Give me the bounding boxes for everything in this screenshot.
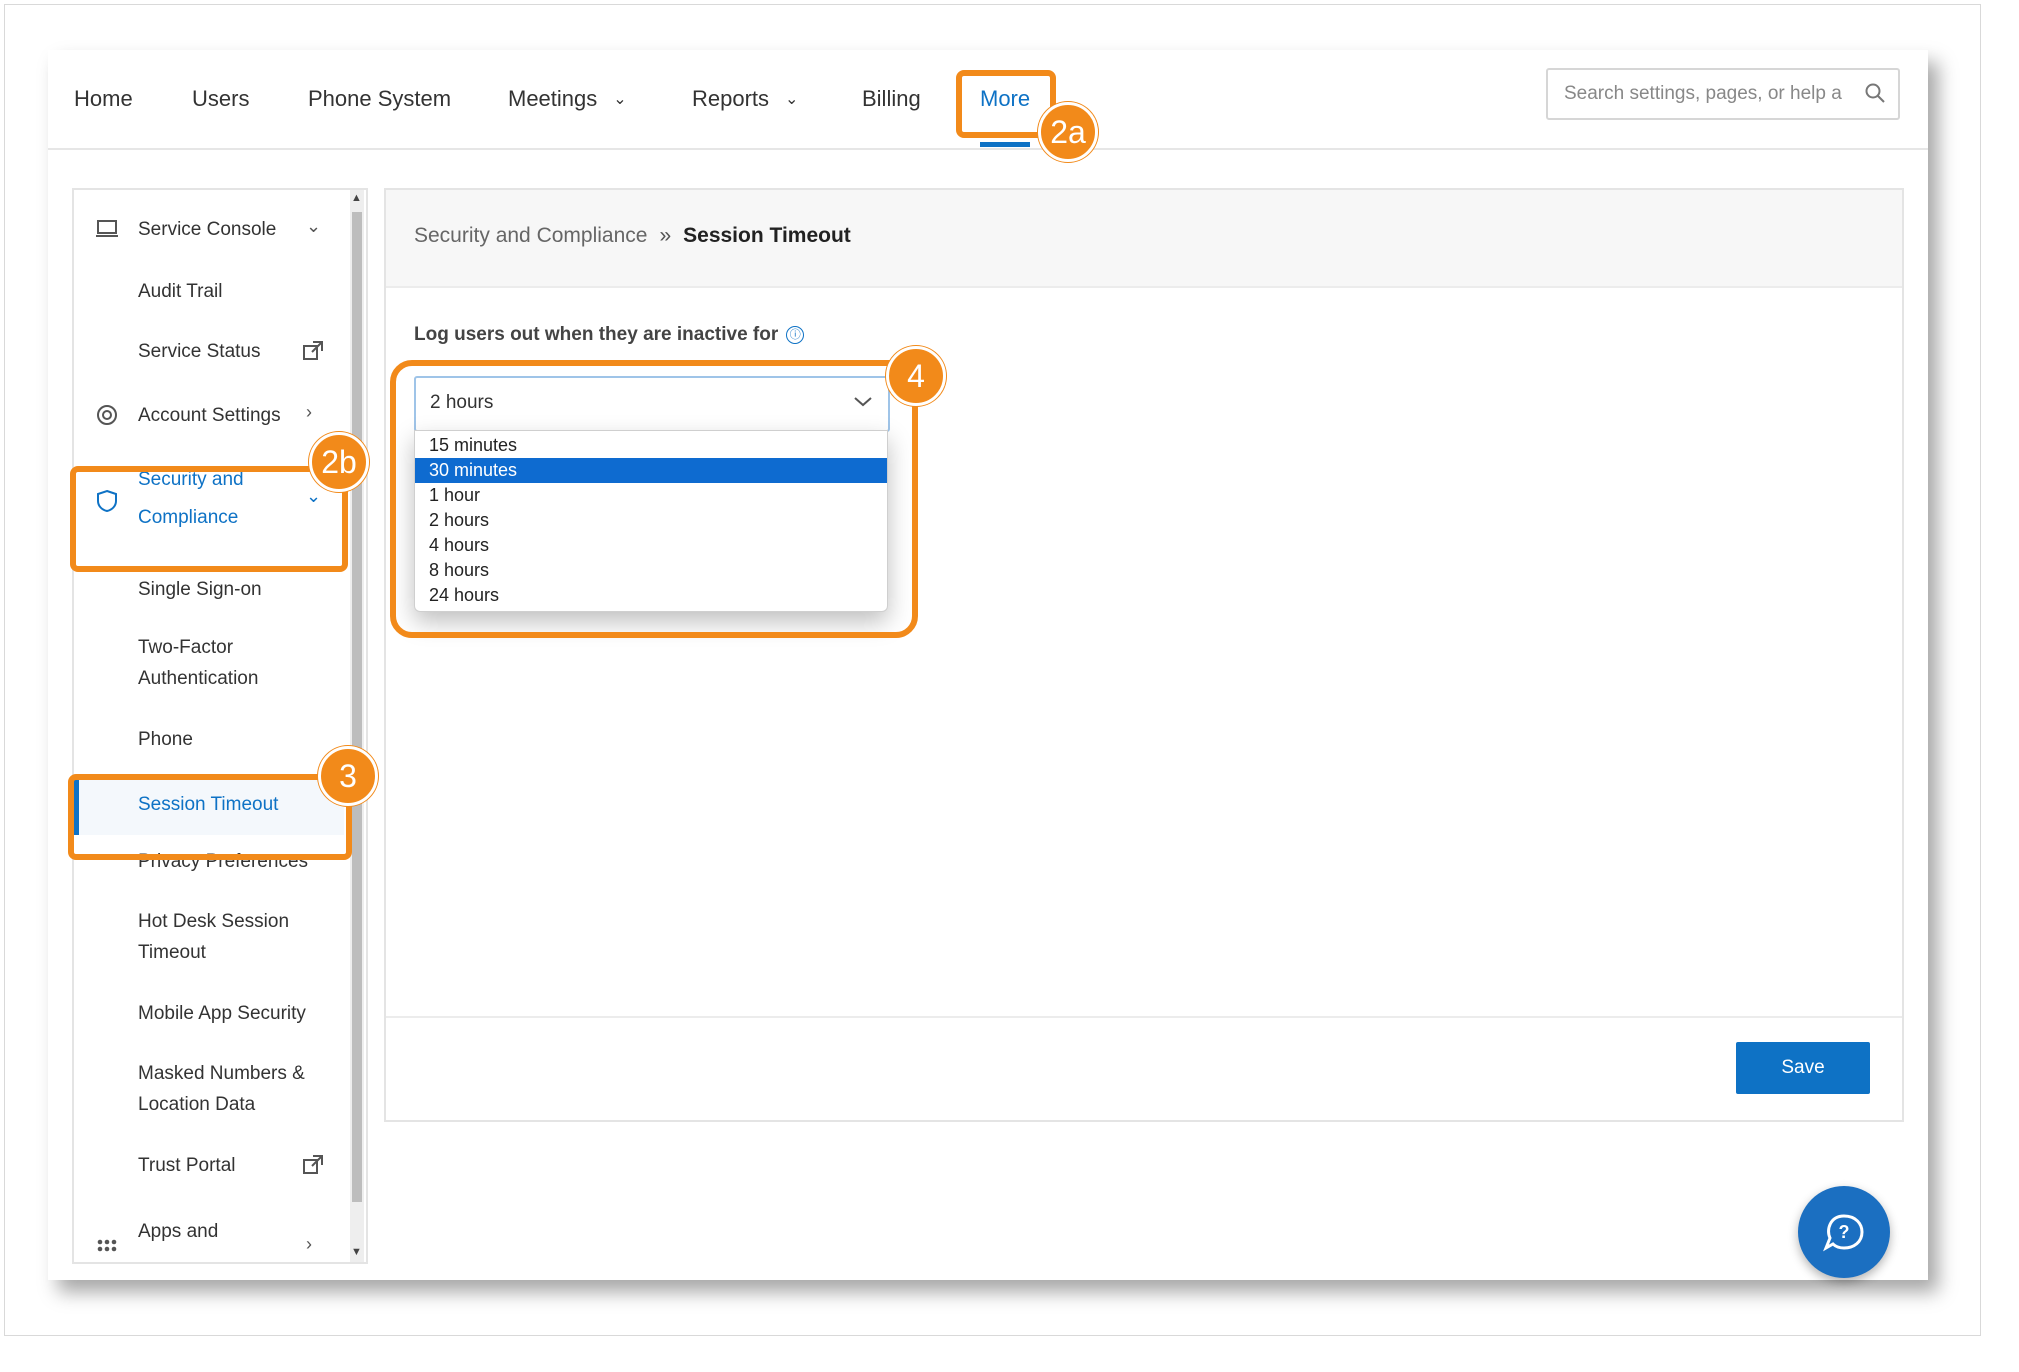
scroll-up-arrow-icon[interactable]: ▲	[351, 192, 362, 204]
callout-badge-2a: 2a	[1038, 102, 1098, 162]
search-icon	[1865, 83, 1885, 103]
callout-badge-2b: 2b	[309, 432, 369, 492]
sidebar-item-label: Account Settings	[138, 405, 281, 426]
sidebar-item-label: Audit Trail	[138, 281, 223, 302]
nav-phone-system-label: Phone System	[308, 86, 452, 111]
footer-divider	[386, 1016, 1902, 1018]
sidebar-item-label: Single Sign-on	[138, 579, 262, 600]
chevron-down-icon: ⌄	[785, 91, 799, 108]
nav-reports[interactable]: Reports ⌄	[692, 86, 798, 112]
sidebar-item-label: Service Console	[138, 219, 277, 240]
sidebar-item-apps[interactable]: Apps and ›	[74, 1212, 344, 1262]
nav-billing-label: Billing	[862, 86, 921, 111]
breadcrumb-separator: »	[659, 224, 672, 247]
help-chat-icon: ?	[1823, 1214, 1864, 1252]
sidebar-item-label: Phone	[138, 729, 193, 750]
search-input[interactable]: Search settings, pages, or help a	[1546, 68, 1900, 120]
sidebar-item-mobile-app-security[interactable]: Mobile App Security	[74, 994, 344, 1034]
page-title: Session Timeout	[683, 224, 851, 247]
callout-box-security	[70, 466, 348, 572]
sidebar-item-audit-trail[interactable]: Audit Trail	[74, 272, 344, 312]
nav-meetings[interactable]: Meetings ⌄	[508, 86, 627, 112]
callout-badge-3: 3	[318, 746, 378, 806]
sidebar-item-service-status[interactable]: Service Status	[74, 332, 344, 372]
panel-header: Security and Compliance » Session Timeout	[386, 190, 1902, 288]
sidebar-item-single-sign-on[interactable]: Single Sign-on	[74, 570, 344, 610]
nav-home[interactable]: Home	[74, 86, 133, 112]
sidebar-item-hot-desk-session-timeout[interactable]: Hot Desk Session Timeout	[74, 902, 344, 972]
sidebar-item-label-line1: Hot Desk Session	[138, 911, 290, 932]
nav-phone-system[interactable]: Phone System	[308, 86, 451, 112]
sidebar-item-service-console[interactable]: Service Console ⌄	[74, 210, 344, 250]
sidebar-item-label: Mobile App Security	[138, 1003, 306, 1024]
save-button[interactable]: Save	[1736, 1042, 1870, 1094]
sidebar-item-label: Trust Portal	[138, 1155, 236, 1176]
sidebar-item-label-line1: Two-Factor	[138, 637, 234, 658]
settings-sidebar: Service Console ⌄ Audit Trail Service St…	[72, 188, 368, 1264]
info-icon[interactable]: ⓘ	[786, 325, 805, 344]
callout-box-session-timeout	[68, 774, 352, 860]
content-panel: Security and Compliance» Session Timeout …	[384, 188, 1904, 1122]
callout-badge-4: 4	[886, 346, 946, 406]
scrollbar-thumb[interactable]	[352, 212, 362, 1202]
sidebar-item-two-factor-authentication[interactable]: Two-Factor Authentication	[74, 628, 344, 698]
nav-users[interactable]: Users	[192, 86, 249, 112]
nav-reports-label: Reports	[692, 86, 770, 111]
nav-home-label: Home	[74, 86, 133, 111]
external-link-icon	[303, 1155, 323, 1174]
timeout-label-text: Log users out when they are inactive for	[414, 324, 779, 345]
nav-users-label: Users	[192, 86, 250, 111]
chevron-right-icon: ›	[306, 1234, 312, 1254]
sidebar-item-trust-portal[interactable]: Trust Portal	[74, 1146, 344, 1186]
chevron-right-icon: ›	[306, 402, 312, 422]
sidebar-item-label-line2: Authentication	[138, 668, 259, 689]
sidebar-item-masked-numbers[interactable]: Masked Numbers & Location Data	[74, 1054, 344, 1124]
external-link-icon	[303, 341, 323, 360]
apps-grid-icon	[97, 1239, 117, 1252]
breadcrumb: Security and Compliance » Session Timeout	[414, 224, 851, 248]
timeout-field-label: Log users out when they are inactive for…	[414, 324, 805, 346]
active-tab-indicator	[980, 142, 1030, 147]
laptop-icon	[96, 220, 118, 237]
svg-text:?: ?	[1839, 1222, 1850, 1242]
app-window: Home Users Phone System Meetings ⌄ Report…	[48, 50, 1928, 1280]
chevron-down-icon: ⌄	[613, 91, 627, 108]
sidebar-item-label-line1: Masked Numbers &	[138, 1063, 305, 1084]
scroll-down-arrow-icon[interactable]: ▼	[351, 1246, 362, 1258]
nav-meetings-label: Meetings	[508, 86, 598, 111]
search-placeholder: Search settings, pages, or help a	[1564, 83, 1842, 104]
sidebar-item-label: Service Status	[138, 341, 261, 362]
nav-billing[interactable]: Billing	[862, 86, 921, 112]
sidebar-item-label: Apps and	[138, 1221, 219, 1242]
gear-icon	[97, 405, 117, 425]
sidebar-item-phone[interactable]: Phone	[74, 720, 344, 760]
callout-box-dropdown	[390, 360, 918, 638]
chevron-down-icon: ⌄	[306, 216, 322, 236]
breadcrumb-parent[interactable]: Security and Compliance	[414, 224, 647, 247]
sidebar-item-account-settings[interactable]: Account Settings ›	[74, 396, 344, 436]
help-button[interactable]: ?	[1798, 1186, 1890, 1278]
sidebar-item-label-line2: Timeout	[138, 942, 206, 963]
sidebar-scrollbar[interactable]: ▲ ▼	[350, 190, 364, 1262]
sidebar-item-label-line2: Location Data	[138, 1094, 256, 1115]
